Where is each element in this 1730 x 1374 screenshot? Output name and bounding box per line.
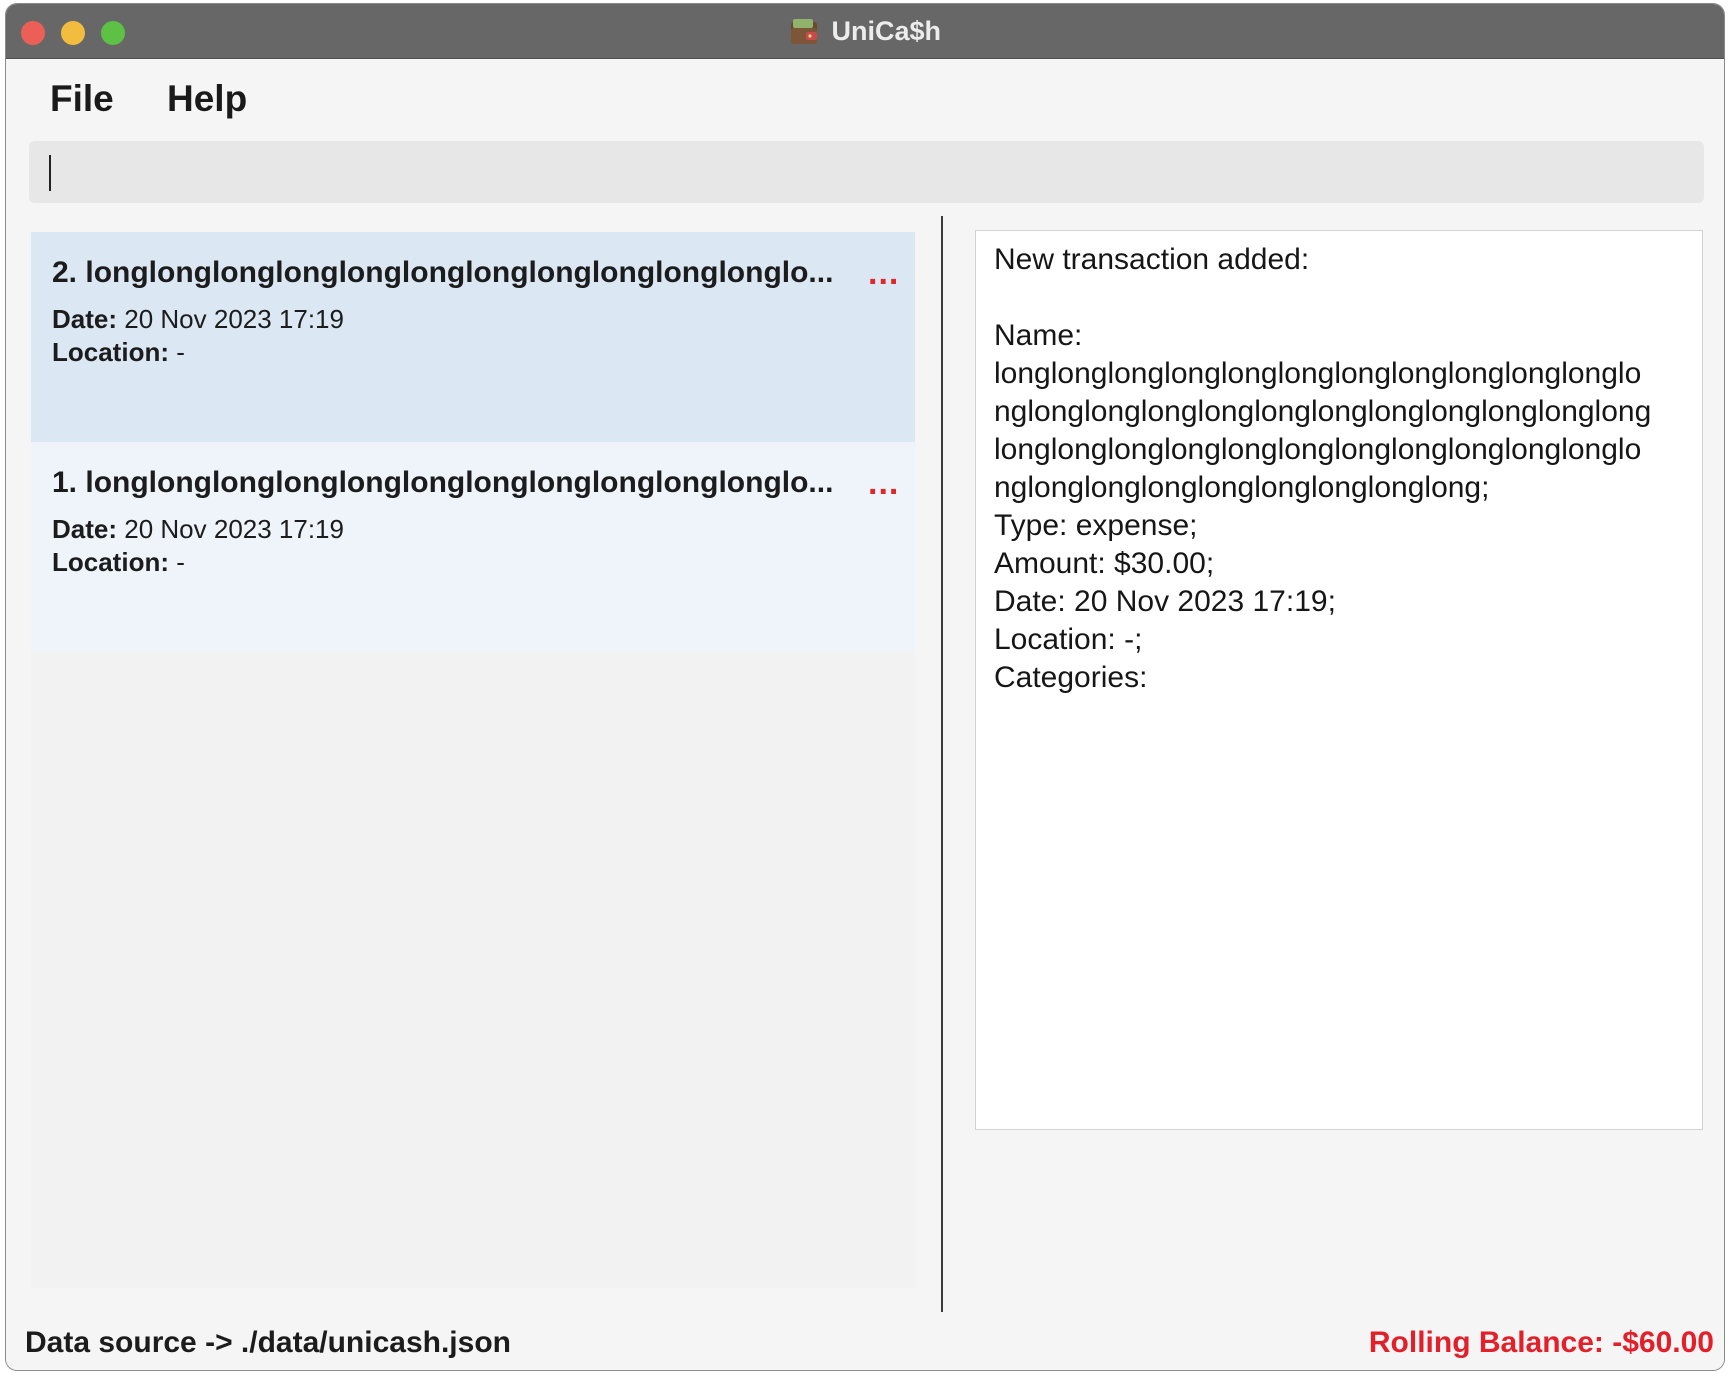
command-input[interactable] <box>29 141 1704 203</box>
app-window: UniCa$h File Help 2. longlonglonglonglon… <box>5 3 1725 1371</box>
transaction-location: Location: - <box>52 547 185 578</box>
date-label: Date: <box>52 514 118 544</box>
status-bar: Data source -> ./data/unicash.json Rolli… <box>6 1314 1724 1370</box>
location-label: Location: <box>52 337 169 367</box>
date-value: 20 Nov 2023 17:19 <box>124 514 344 544</box>
date-value: 20 Nov 2023 17:19 <box>124 304 344 334</box>
window-title: UniCa$h <box>831 16 941 46</box>
location-label: Location: <box>52 547 169 577</box>
text-caret <box>49 155 51 191</box>
transaction-title: 1. longlonglonglonglonglonglonglonglongl… <box>52 466 834 499</box>
date-label: Date: <box>52 304 118 334</box>
wallet-icon <box>789 18 819 46</box>
pane-divider[interactable] <box>941 216 943 1312</box>
menu-bar: File Help <box>6 60 1724 140</box>
rolling-balance: Rolling Balance: -$60.00 <box>1368 1326 1714 1359</box>
result-display[interactable]: New transaction added: Name: longlonglon… <box>975 230 1703 1130</box>
overflow-indicator: ... <box>868 254 900 292</box>
transaction-title: 2. longlonglonglonglonglonglonglonglongl… <box>52 256 834 289</box>
transaction-date: Date: 20 Nov 2023 17:19 <box>52 514 344 545</box>
transaction-list[interactable]: 2. longlonglonglonglonglonglonglonglongl… <box>31 232 915 1288</box>
menu-help[interactable]: Help <box>167 78 247 120</box>
transaction-location: Location: - <box>52 337 185 368</box>
transaction-card[interactable]: 1. longlonglonglonglonglonglonglonglongl… <box>31 442 915 652</box>
window-title-group: UniCa$h <box>6 16 1724 47</box>
title-bar[interactable]: UniCa$h <box>6 4 1724 59</box>
overflow-indicator: ... <box>868 464 900 502</box>
result-text: New transaction added: Name: longlonglon… <box>994 243 1652 694</box>
data-source-path: Data source -> ./data/unicash.json <box>25 1326 511 1359</box>
location-value: - <box>176 337 185 367</box>
transaction-date: Date: 20 Nov 2023 17:19 <box>52 304 344 335</box>
transaction-card[interactable]: 2. longlonglonglonglonglonglonglonglongl… <box>31 232 915 442</box>
location-value: - <box>176 547 185 577</box>
menu-file[interactable]: File <box>50 78 114 120</box>
